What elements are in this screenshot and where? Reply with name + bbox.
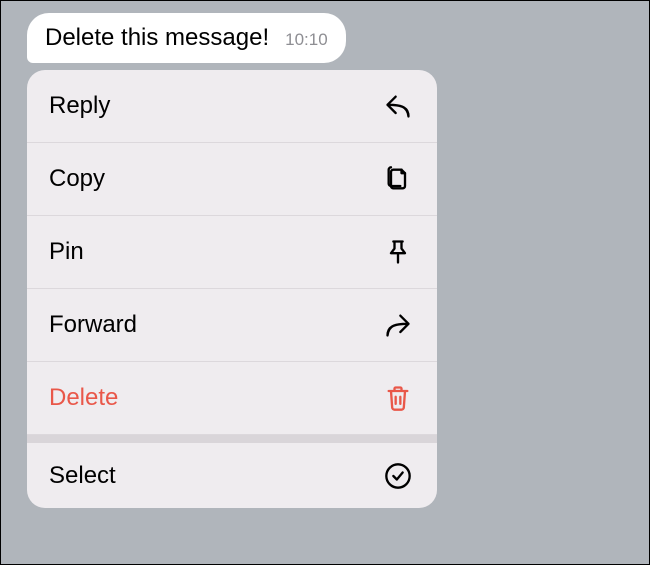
message-bubble[interactable]: Delete this message! 10:10	[27, 13, 346, 63]
menu-item-reply[interactable]: Reply	[27, 70, 437, 143]
app-frame: Delete this message! 10:10 Reply Copy	[0, 0, 650, 565]
pin-icon	[383, 237, 413, 267]
menu-label: Reply	[49, 92, 110, 120]
message-text: Delete this message!	[45, 24, 269, 52]
reply-icon	[383, 91, 413, 121]
select-icon	[383, 461, 413, 491]
context-menu: Reply Copy Pin	[27, 70, 437, 508]
menu-label: Select	[49, 462, 116, 490]
menu-item-copy[interactable]: Copy	[27, 143, 437, 216]
menu-label: Forward	[49, 311, 137, 339]
menu-label: Copy	[49, 165, 105, 193]
forward-icon	[383, 310, 413, 340]
menu-label: Pin	[49, 238, 84, 266]
menu-label: Delete	[49, 384, 118, 412]
menu-item-pin[interactable]: Pin	[27, 216, 437, 289]
trash-icon	[383, 383, 413, 413]
menu-item-select[interactable]: Select	[27, 435, 437, 508]
message-timestamp: 10:10	[285, 30, 328, 50]
menu-item-forward[interactable]: Forward	[27, 289, 437, 362]
menu-item-delete[interactable]: Delete	[27, 362, 437, 435]
copy-icon	[383, 164, 413, 194]
